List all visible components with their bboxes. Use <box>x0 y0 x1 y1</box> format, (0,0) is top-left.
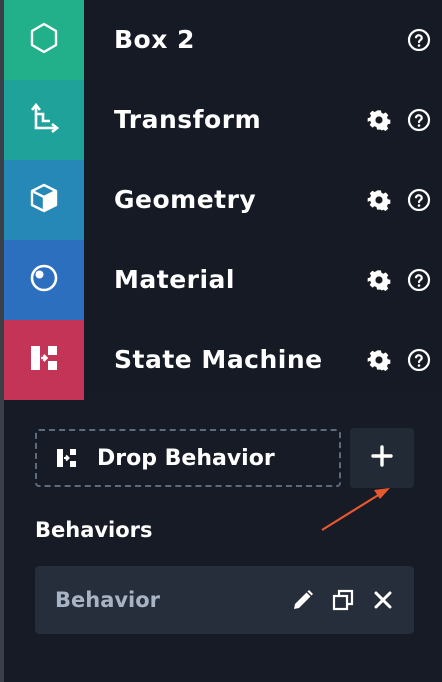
component-label: Material <box>114 265 235 294</box>
hexagon-icon <box>27 21 61 59</box>
plus-icon <box>370 444 394 472</box>
component-row-material[interactable]: Material <box>4 240 442 320</box>
transform-axes-icon <box>27 101 61 139</box>
component-row-state-machine[interactable]: State Machine <box>4 320 442 400</box>
row-actions <box>406 0 432 80</box>
box-icon-tile <box>4 0 84 80</box>
help-icon[interactable] <box>406 27 432 53</box>
annotation-arrow <box>321 488 390 531</box>
help-icon[interactable] <box>406 267 432 293</box>
behaviors-heading: Behaviors <box>35 518 153 542</box>
gear-icon[interactable] <box>366 267 392 293</box>
help-icon[interactable] <box>406 107 432 133</box>
geometry-icon-tile <box>4 160 84 240</box>
gear-icon[interactable] <box>366 347 392 373</box>
component-label: Transform <box>114 105 262 134</box>
component-row-box[interactable]: Box 2 <box>4 0 442 80</box>
component-row-geometry[interactable]: Geometry <box>4 160 442 240</box>
behavior-actions <box>290 566 396 634</box>
row-actions <box>366 160 432 240</box>
behavior-name: Behavior <box>55 588 161 612</box>
state-machine-icon-tile <box>4 320 84 400</box>
help-icon[interactable] <box>406 187 432 213</box>
transform-icon-tile <box>4 80 84 160</box>
row-actions <box>366 80 432 160</box>
component-label: Box 2 <box>114 25 195 54</box>
state-machine-icon <box>27 341 61 379</box>
help-icon[interactable] <box>406 347 432 373</box>
component-label: Geometry <box>114 185 257 214</box>
close-icon[interactable] <box>370 587 396 613</box>
gear-icon[interactable] <box>366 187 392 213</box>
material-icon-tile <box>4 240 84 320</box>
duplicate-icon[interactable] <box>330 587 356 613</box>
row-actions <box>366 320 432 400</box>
component-row-transform[interactable]: Transform <box>4 80 442 160</box>
behavior-list-item[interactable]: Behavior <box>35 566 414 634</box>
component-list: Box 2 Transform Geometry Material State … <box>4 0 442 400</box>
entity-panel: Box 2 Transform Geometry Material State … <box>4 0 442 682</box>
row-actions <box>366 240 432 320</box>
drop-behavior-label: Drop Behavior <box>97 445 275 471</box>
gear-icon[interactable] <box>366 107 392 133</box>
material-sphere-icon <box>27 261 61 299</box>
component-label: State Machine <box>114 345 323 374</box>
edit-icon[interactable] <box>290 587 316 613</box>
cube-icon <box>27 181 61 219</box>
drop-behavior-zone[interactable]: Drop Behavior <box>35 429 341 487</box>
behavior-icon <box>55 446 79 470</box>
